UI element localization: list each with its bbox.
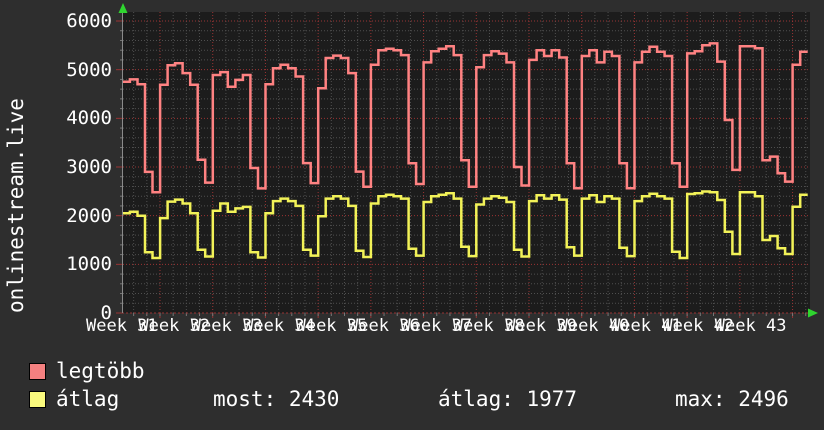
x-axis-label: Week 43 xyxy=(714,316,787,336)
legend-label-legtobb: legtöbb xyxy=(56,359,145,383)
y-axis-label: 1000 xyxy=(66,253,112,276)
y-axis-label: 6000 xyxy=(66,10,112,32)
x-axis-arrow-icon xyxy=(808,308,818,318)
y-axis-arrow-icon xyxy=(118,3,128,13)
y-axis-label: 5000 xyxy=(66,58,112,81)
graph-title: onlinestream.live xyxy=(4,98,28,313)
y-axis-label: 2000 xyxy=(66,204,112,227)
y-axis-label: 4000 xyxy=(66,107,112,130)
stat-max: max: 2496 xyxy=(675,387,789,411)
stat-most: most: 2430 xyxy=(213,387,340,411)
legend-swatch-atlag xyxy=(29,391,46,408)
legend-label-atlag: átlag xyxy=(56,387,120,411)
stat-atlag: átlag: 1977 xyxy=(438,387,578,411)
rrd-graph: onlinestream.live 0 1000 2000 3000 4000 5000 6… xyxy=(0,0,824,430)
y-axis-label: 3000 xyxy=(66,156,112,178)
legend-swatch-legtobb xyxy=(29,363,46,380)
